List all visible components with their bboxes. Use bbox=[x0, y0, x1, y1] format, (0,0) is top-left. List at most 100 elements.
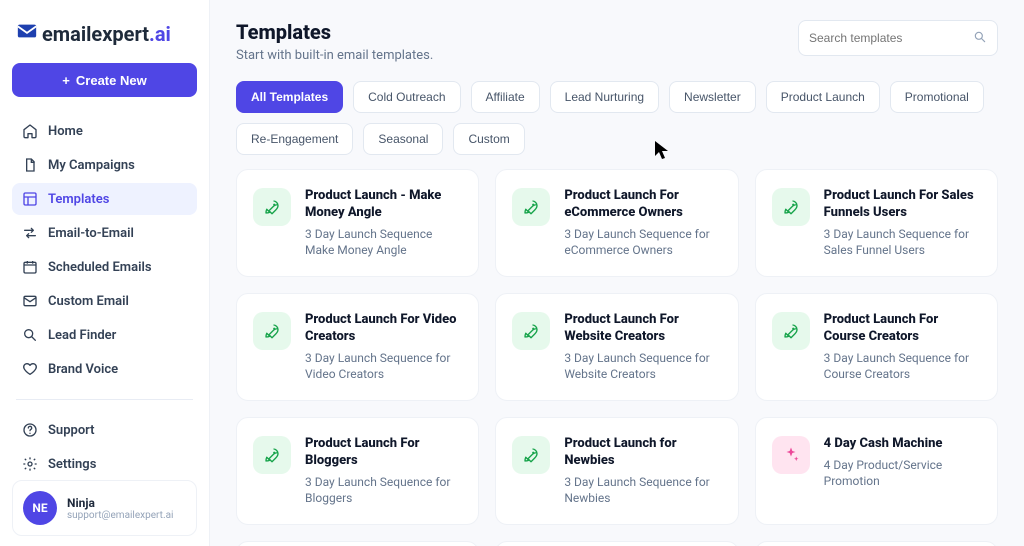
sidebar-item-label: Email-to-Email bbox=[48, 226, 134, 241]
heart-icon bbox=[22, 361, 38, 377]
template-card[interactable]: Product Launch for Newbies 3 Day Launch S… bbox=[495, 417, 738, 525]
template-card[interactable]: Product Launch For Bloggers 3 Day Launch … bbox=[236, 417, 479, 525]
filter-chip-product-launch[interactable]: Product Launch bbox=[766, 81, 880, 113]
gear-icon bbox=[22, 456, 38, 472]
sidebar-item-label: Templates bbox=[48, 192, 109, 207]
sidebar-item-label: Settings bbox=[48, 457, 96, 472]
sidebar-item-label: Scheduled Emails bbox=[48, 260, 152, 275]
template-title: Product Launch For Bloggers bbox=[305, 436, 462, 470]
brand-name: emailexpert bbox=[42, 22, 149, 46]
page-subtitle: Start with built-in email templates. bbox=[236, 48, 433, 63]
filter-chip-custom[interactable]: Custom bbox=[453, 123, 524, 155]
rocket-icon bbox=[772, 188, 810, 226]
sidebar-item-settings[interactable]: Settings bbox=[12, 448, 197, 480]
rocket-icon bbox=[512, 312, 550, 350]
template-title: Product Launch For Sales Funnels Users bbox=[824, 188, 981, 222]
support-icon bbox=[22, 422, 38, 438]
main-nav: Home My Campaigns Templates Email-to-Email S… bbox=[12, 115, 197, 385]
template-grid: Product Launch - Make Money Angle 3 Day L… bbox=[236, 169, 998, 546]
rocket-icon bbox=[253, 312, 291, 350]
home-icon bbox=[22, 123, 38, 139]
sparkle-icon bbox=[772, 436, 810, 474]
sidebar-item-label: Lead Finder bbox=[48, 328, 116, 343]
filter-chip-affiliate[interactable]: Affiliate bbox=[471, 81, 540, 113]
search-icon bbox=[973, 29, 987, 48]
template-title: Product Launch For Website Creators bbox=[564, 312, 721, 346]
template-card[interactable]: Early Access VIP2 Early Access VIP Email… bbox=[755, 541, 998, 546]
sidebar-item-label: Custom Email bbox=[48, 294, 129, 309]
rocket-icon bbox=[772, 312, 810, 350]
footer-nav: Support Settings bbox=[12, 414, 197, 480]
template-card[interactable]: Product Launch - Make Money Angle 3 Day L… bbox=[236, 169, 479, 277]
template-desc: 3 Day Launch Sequence for Newbies bbox=[564, 474, 721, 506]
template-title: Product Launch For Course Creators bbox=[824, 312, 981, 346]
avatar: NE bbox=[23, 491, 57, 525]
user-name: Ninja bbox=[67, 496, 173, 510]
rocket-icon bbox=[512, 188, 550, 226]
filter-chip-lead-nurturing[interactable]: Lead Nurturing bbox=[550, 81, 659, 113]
brand-logo: emailexpert.ai bbox=[12, 14, 197, 59]
sidebar-item-home[interactable]: Home bbox=[12, 115, 197, 147]
template-card[interactable]: Product Launch For Course Creators 3 Day … bbox=[755, 293, 998, 401]
rocket-icon bbox=[512, 436, 550, 474]
mail-icon bbox=[22, 293, 38, 309]
template-card[interactable]: Product Launch For Sales Funnels Users 3 … bbox=[755, 169, 998, 277]
filter-chip-all-templates[interactable]: All Templates bbox=[236, 81, 343, 113]
calendar-icon bbox=[22, 259, 38, 275]
search-field[interactable] bbox=[798, 20, 998, 56]
template-desc: 3 Day Launch Sequence for Website Creato… bbox=[564, 350, 721, 382]
template-desc: 3 Day Launch Sequence for Video Creators bbox=[305, 350, 462, 382]
mail-logo-icon bbox=[16, 20, 38, 47]
filter-chip-seasonal[interactable]: Seasonal bbox=[363, 123, 443, 155]
sidebar-item-support[interactable]: Support bbox=[12, 414, 197, 446]
sidebar: emailexpert.ai + Create New Home My Campa… bbox=[0, 0, 210, 546]
filter-chip-cold-outreach[interactable]: Cold Outreach bbox=[353, 81, 460, 113]
template-card[interactable]: Product Launch For Video Creators 3 Day L… bbox=[236, 293, 479, 401]
page-title: Templates bbox=[236, 20, 433, 44]
template-card[interactable]: 4 Day Cash Machine 4 Day Product/Service … bbox=[755, 417, 998, 525]
template-title: Product Launch For eCommerce Owners bbox=[564, 188, 721, 222]
sidebar-item-label: My Campaigns bbox=[48, 158, 135, 173]
filter-chip-newsletter[interactable]: Newsletter bbox=[669, 81, 756, 113]
sidebar-item-brand-voice[interactable]: Brand Voice bbox=[12, 353, 197, 385]
template-desc: 4 Day Product/Service Promotion bbox=[824, 457, 981, 489]
user-email: support@emailexpert.ai bbox=[67, 510, 173, 521]
template-icon bbox=[22, 191, 38, 207]
template-desc: 3 Day Launch Sequence Make Money Angle bbox=[305, 226, 462, 258]
template-title: Product Launch For Video Creators bbox=[305, 312, 462, 346]
template-card[interactable]: Referral EmailEmail 1: Referral Email bbox=[236, 541, 479, 546]
template-title: Product Launch for Newbies bbox=[564, 436, 721, 470]
template-desc: 3 Day Launch Sequence for Course Creator… bbox=[824, 350, 981, 382]
sidebar-item-my-campaigns[interactable]: My Campaigns bbox=[12, 149, 197, 181]
search-alt-icon bbox=[22, 327, 38, 343]
document-icon bbox=[22, 157, 38, 173]
sidebar-item-custom-email[interactable]: Custom Email bbox=[12, 285, 197, 317]
create-new-button[interactable]: + Create New bbox=[12, 63, 197, 97]
template-desc: 3 Day Launch Sequence for Sales Funnel U… bbox=[824, 226, 981, 258]
create-new-label: Create New bbox=[76, 73, 147, 88]
brand-suffix: .ai bbox=[149, 22, 171, 46]
search-input[interactable] bbox=[809, 31, 965, 45]
plus-icon: + bbox=[62, 73, 70, 88]
template-desc: 3 Day Launch Sequence for eCommerce Owne… bbox=[564, 226, 721, 258]
filter-chips: All Templates Cold Outreach Affiliate Lead … bbox=[236, 81, 998, 155]
template-card[interactable]: Loyalty Program1 Loyalty Program Email bbox=[495, 541, 738, 546]
filter-chip-promotional[interactable]: Promotional bbox=[890, 81, 984, 113]
rocket-icon bbox=[253, 436, 291, 474]
sidebar-item-scheduled-emails[interactable]: Scheduled Emails bbox=[12, 251, 197, 283]
template-card[interactable]: Product Launch For eCommerce Owners 3 Day… bbox=[495, 169, 738, 277]
template-desc: 3 Day Launch Sequence for Bloggers bbox=[305, 474, 462, 506]
sidebar-item-templates[interactable]: Templates bbox=[12, 183, 197, 215]
template-title: Product Launch - Make Money Angle bbox=[305, 188, 462, 222]
sidebar-item-lead-finder[interactable]: Lead Finder bbox=[12, 319, 197, 351]
swap-icon bbox=[22, 225, 38, 241]
main-content: Templates Start with built-in email temp… bbox=[210, 0, 1024, 546]
template-card[interactable]: Product Launch For Website Creators 3 Day… bbox=[495, 293, 738, 401]
filter-chip-re-engagement[interactable]: Re-Engagement bbox=[236, 123, 353, 155]
template-title: 4 Day Cash Machine bbox=[824, 436, 981, 453]
sidebar-item-email-to-email[interactable]: Email-to-Email bbox=[12, 217, 197, 249]
nav-separator bbox=[16, 399, 193, 400]
sidebar-item-label: Support bbox=[48, 423, 95, 438]
sidebar-item-label: Home bbox=[48, 124, 83, 139]
user-card[interactable]: NE Ninja support@emailexpert.ai bbox=[12, 480, 197, 536]
